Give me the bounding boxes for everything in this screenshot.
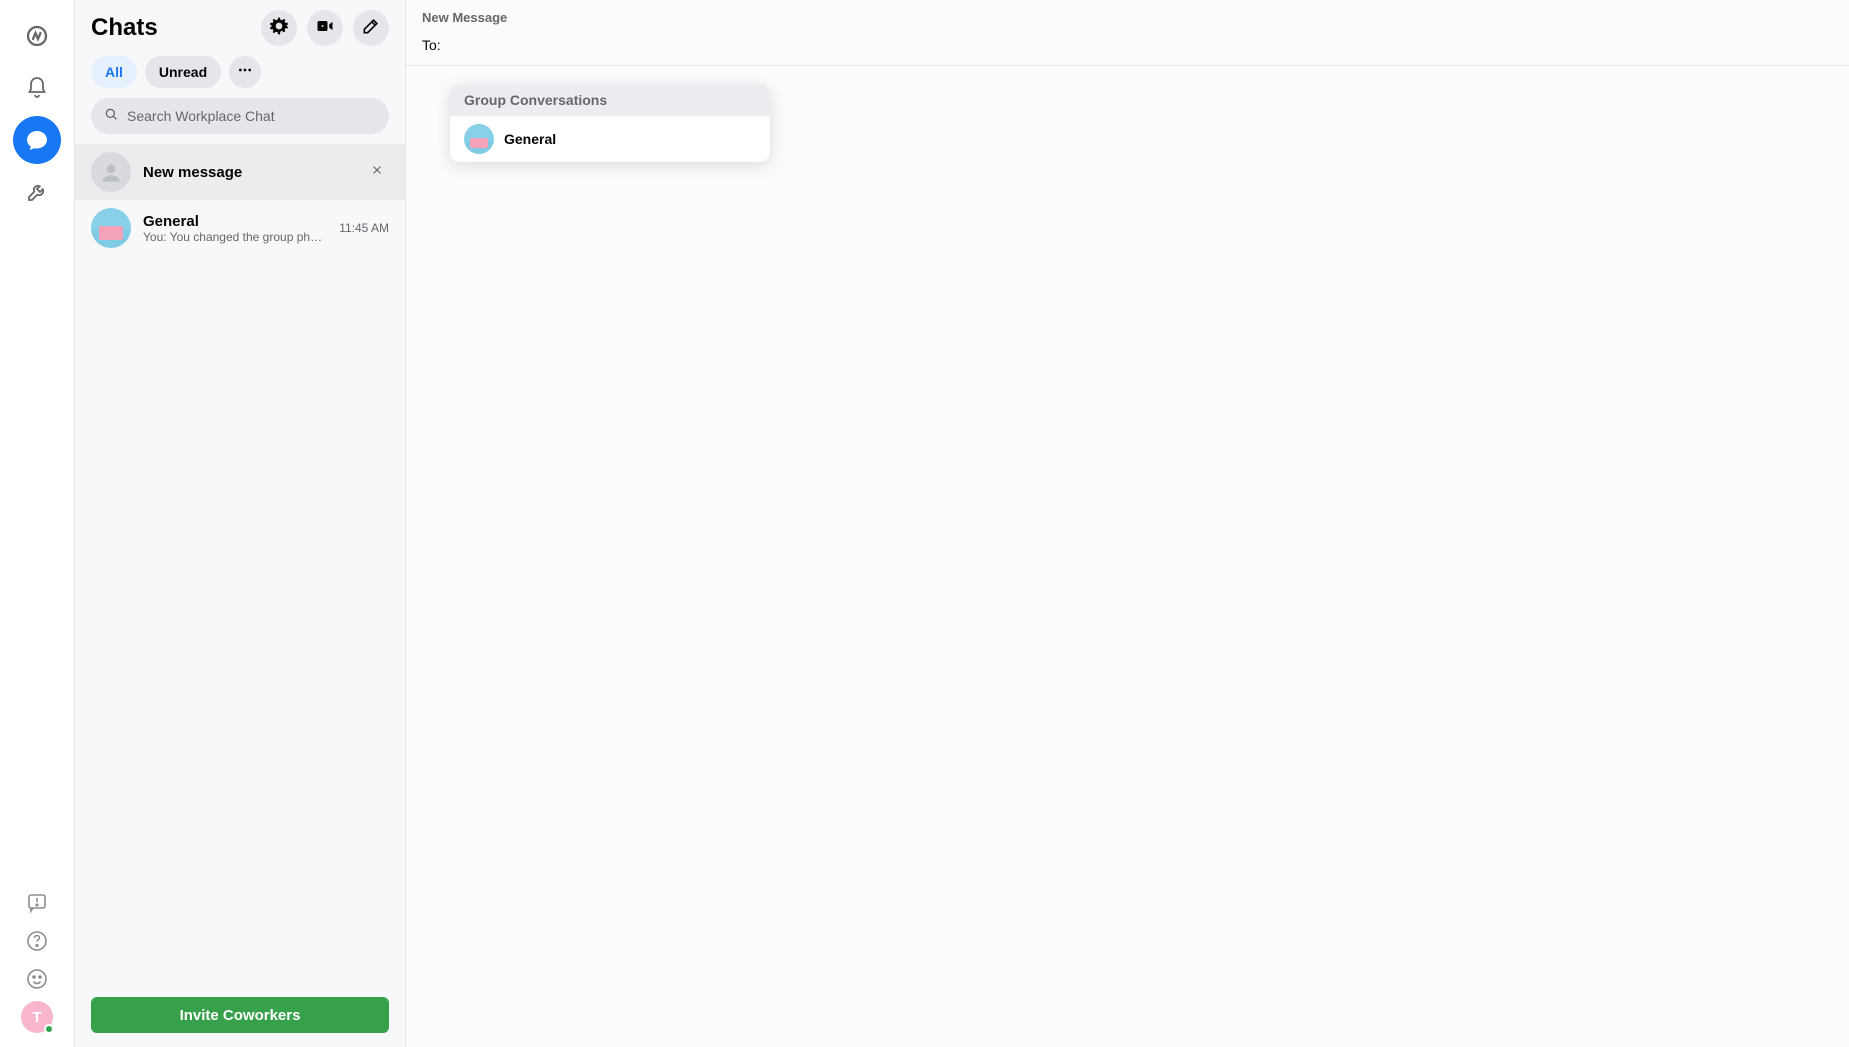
compose-icon bbox=[361, 16, 381, 41]
filter-more-button[interactable] bbox=[229, 56, 261, 88]
to-label: To: bbox=[422, 37, 441, 53]
video-camera-plus-icon bbox=[315, 16, 335, 41]
tools-icon[interactable] bbox=[7, 168, 67, 216]
suggestions-header: Group Conversations bbox=[450, 84, 770, 116]
compose-button[interactable] bbox=[353, 10, 389, 46]
settings-button[interactable] bbox=[261, 10, 297, 46]
group-avatar-icon bbox=[91, 208, 131, 248]
new-message-row[interactable]: New message bbox=[75, 144, 405, 200]
close-icon bbox=[370, 163, 384, 182]
new-message-label: New message bbox=[143, 164, 353, 181]
chat-preview: You: You changed the group photo. bbox=[143, 230, 327, 244]
search-field[interactable] bbox=[91, 98, 389, 134]
blank-avatar-icon bbox=[91, 152, 131, 192]
suggestion-label: General bbox=[504, 131, 556, 147]
presence-dot bbox=[44, 1024, 54, 1034]
chat-row-general[interactable]: General You: You changed the group photo… bbox=[75, 200, 405, 256]
avatar-initial: T bbox=[32, 1009, 41, 1026]
close-new-message-button[interactable] bbox=[365, 160, 389, 184]
invite-coworkers-button[interactable]: Invite Coworkers bbox=[91, 997, 389, 1033]
compose-area: New Message To: Group Conversations Gene… bbox=[406, 0, 1849, 1047]
video-call-button[interactable] bbox=[307, 10, 343, 46]
search-icon bbox=[103, 106, 119, 127]
compose-title: New Message bbox=[406, 0, 1849, 31]
feedback-icon[interactable] bbox=[21, 887, 53, 919]
suggestion-general[interactable]: General bbox=[450, 116, 770, 162]
gear-icon bbox=[269, 16, 289, 41]
user-avatar[interactable]: T bbox=[21, 1001, 53, 1033]
filter-unread[interactable]: Unread bbox=[145, 56, 221, 88]
recipient-suggestions: Group Conversations General bbox=[450, 84, 770, 162]
group-avatar-icon bbox=[464, 124, 494, 154]
chat-time: 11:45 AM bbox=[339, 221, 389, 235]
chats-icon[interactable] bbox=[13, 116, 61, 164]
workplace-logo-icon[interactable] bbox=[7, 12, 67, 60]
page-title: Chats bbox=[91, 14, 261, 42]
emoji-icon[interactable] bbox=[21, 963, 53, 995]
more-icon bbox=[237, 62, 253, 83]
to-input[interactable] bbox=[449, 37, 1833, 53]
chat-list-panel: Chats All Unread bbox=[75, 0, 406, 1047]
to-row: To: bbox=[406, 31, 1849, 66]
nav-rail: T bbox=[0, 0, 75, 1047]
notifications-icon[interactable] bbox=[7, 64, 67, 112]
chat-name: General bbox=[143, 213, 327, 230]
help-icon[interactable] bbox=[21, 925, 53, 957]
filter-all[interactable]: All bbox=[91, 56, 137, 88]
search-input[interactable] bbox=[127, 108, 377, 124]
